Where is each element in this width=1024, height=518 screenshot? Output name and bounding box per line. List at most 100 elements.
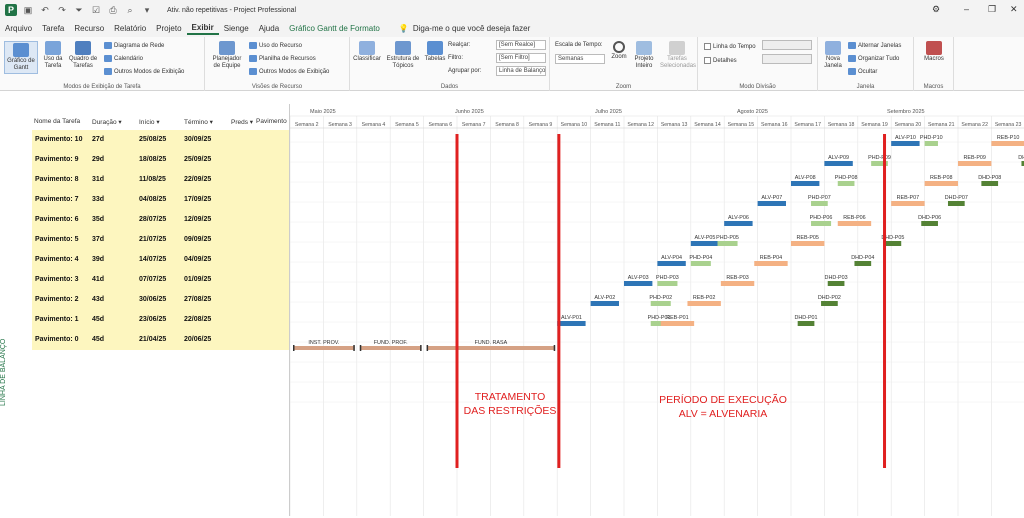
close-icon[interactable]: ✕ bbox=[1010, 4, 1018, 15]
zoom-label: Zoom bbox=[611, 54, 627, 60]
task-bar bbox=[824, 161, 853, 166]
task-label: REB-P04 bbox=[760, 255, 782, 261]
task-board-button[interactable]: Quadro de Tarefas bbox=[68, 41, 98, 70]
checkbox-icon[interactable]: ☑ bbox=[90, 4, 102, 16]
cell-name: Pavimento: 9 bbox=[35, 156, 79, 163]
window-group-label: Janela bbox=[856, 84, 875, 90]
cell-name: Pavimento: 10 bbox=[35, 136, 83, 143]
cell-dur: 39d bbox=[92, 256, 105, 263]
week-label: Semana 19 bbox=[861, 122, 888, 128]
table-row[interactable]: Pavimento: 10 27d 25/08/25 30/09/25 bbox=[32, 130, 289, 150]
cell-dur: 27d bbox=[92, 136, 105, 143]
sort-button[interactable]: Classificar bbox=[352, 41, 382, 63]
task-usage-button[interactable]: Uso da Tarefa bbox=[40, 41, 66, 70]
column-header[interactable]: Início ▾ bbox=[139, 118, 160, 126]
task-bar bbox=[854, 261, 872, 266]
hide-label: Ocultar bbox=[858, 68, 878, 75]
highlight-dropdown[interactable]: [Sem Realce] bbox=[496, 40, 546, 50]
table-row[interactable]: Pavimento: 3 41d 07/07/25 01/09/25 bbox=[32, 270, 289, 290]
zoom-button[interactable]: Zoom bbox=[608, 41, 630, 61]
table-row[interactable]: Pavimento: 4 39d 14/07/25 04/09/25 bbox=[32, 250, 289, 270]
switch-windows-button[interactable]: Alternar Janelas bbox=[848, 42, 901, 49]
task-label: PHD-P07 bbox=[808, 195, 831, 201]
column-header[interactable]: Preds ▾ bbox=[231, 118, 253, 126]
zoom-icon[interactable]: ⌕ bbox=[124, 4, 136, 16]
team-planner-button[interactable]: Planejador de Equipe bbox=[209, 41, 245, 70]
print-icon[interactable]: ⎙ bbox=[107, 4, 119, 16]
calendar-button[interactable]: Calendário bbox=[104, 55, 143, 62]
other-resource-views-button[interactable]: Outros Modos de Exibição bbox=[249, 68, 329, 75]
group-macros: Macros Macros bbox=[914, 37, 954, 91]
menu-item-8[interactable]: Gráfico Gantt de Formato bbox=[284, 24, 385, 33]
menu-item-2[interactable]: Recurso bbox=[69, 24, 109, 33]
outline-button[interactable]: Estrutura de Tópicos bbox=[384, 41, 422, 70]
undo-icon[interactable]: ↶ bbox=[39, 4, 51, 16]
details-dropdown[interactable] bbox=[762, 54, 812, 64]
table-row[interactable]: Pavimento: 6 35d 28/07/25 12/09/25 bbox=[32, 210, 289, 230]
other-resource-views-label: Outros Modos de Exibição bbox=[259, 68, 330, 75]
tell-me-label: Diga-me o que você deseja fazer bbox=[412, 24, 531, 33]
macros-button[interactable]: Macros bbox=[920, 41, 948, 63]
table-row[interactable]: Pavimento: 7 33d 04/08/25 17/09/25 bbox=[32, 190, 289, 210]
network-diagram-button[interactable]: Diagrama de Rede bbox=[104, 42, 164, 49]
save-icon[interactable]: ▣ bbox=[22, 4, 34, 16]
hide-button[interactable]: Ocultar bbox=[848, 68, 877, 75]
details-checkbox[interactable]: Detalhes bbox=[704, 57, 737, 64]
task-bar bbox=[884, 241, 902, 246]
resource-usage-icon bbox=[249, 42, 257, 49]
task-label: PHD-P06 bbox=[810, 215, 833, 221]
redo-icon[interactable]: ↷ bbox=[56, 4, 68, 16]
column-header[interactable]: Nome da Tarefa bbox=[34, 118, 80, 125]
timescale-dropdown[interactable]: Semanas bbox=[555, 54, 605, 64]
week-label: Semana 12 bbox=[627, 122, 654, 128]
table-row[interactable]: Pavimento: 2 43d 30/06/25 27/08/25 bbox=[32, 290, 289, 310]
arrange-all-icon bbox=[848, 55, 856, 62]
foundation-bar bbox=[426, 346, 556, 350]
resource-usage-button[interactable]: Uso do Recurso bbox=[249, 42, 302, 49]
group-window: Nova Janela Alternar Janelas Organizar T… bbox=[818, 37, 914, 91]
entire-project-button[interactable]: Projeto Inteiro bbox=[632, 41, 656, 70]
timeline-dropdown[interactable] bbox=[762, 40, 812, 50]
filter-dropdown[interactable]: [Sem Filtro] bbox=[496, 53, 546, 63]
gantt-chart-button[interactable]: Gráfico de Gantt bbox=[4, 41, 38, 74]
selected-tasks-button[interactable]: Tarefas Selecionadas bbox=[660, 41, 696, 70]
filter-icon[interactable]: ⏷ bbox=[73, 4, 85, 16]
tables-button[interactable]: Tabelas bbox=[424, 41, 446, 63]
cell-dur: 45d bbox=[92, 316, 105, 323]
team-planner-icon bbox=[219, 41, 235, 55]
new-window-button[interactable]: Nova Janela bbox=[820, 41, 846, 70]
profile-icon[interactable]: ⚙ bbox=[932, 4, 940, 15]
menu-item-3[interactable]: Relatório bbox=[109, 24, 151, 33]
menu-item-1[interactable]: Tarefa bbox=[37, 24, 69, 33]
table-row[interactable]: Pavimento: 0 45d 21/04/25 20/06/25 bbox=[32, 330, 289, 350]
table-row[interactable]: Pavimento: 8 31d 11/08/25 22/09/25 bbox=[32, 170, 289, 190]
cell-end: 04/09/25 bbox=[184, 256, 212, 263]
customize-icon[interactable]: ▾ bbox=[141, 4, 153, 16]
table-row[interactable]: Pavimento: 5 37d 21/07/25 09/09/25 bbox=[32, 230, 289, 250]
resource-sheet-button[interactable]: Planilha de Recursos bbox=[249, 55, 316, 62]
task-bar bbox=[958, 161, 992, 166]
menu-item-6[interactable]: Sienge bbox=[219, 24, 254, 33]
task-label: PHD-P05 bbox=[716, 235, 739, 241]
column-header[interactable]: Pavimento bbox=[256, 118, 287, 125]
column-header[interactable]: Término ▾ bbox=[184, 118, 213, 126]
minimize-icon[interactable]: – bbox=[964, 4, 969, 14]
maximize-icon[interactable]: ❐ bbox=[988, 4, 996, 15]
other-views-button[interactable]: Outros Modos de Exibição bbox=[104, 68, 184, 75]
week-label: Semana 5 bbox=[395, 122, 419, 128]
menu-item-7[interactable]: Ajuda bbox=[254, 24, 284, 33]
menu-item-4[interactable]: Projeto bbox=[151, 24, 186, 33]
task-label: PHD-P03 bbox=[656, 275, 679, 281]
menu-item-0[interactable]: Arquivo bbox=[0, 24, 37, 33]
resource-sheet-icon bbox=[249, 55, 257, 62]
column-header[interactable]: Duração ▾ bbox=[92, 118, 122, 126]
group-by-dropdown[interactable]: Linha de Balanço bbox=[496, 66, 546, 76]
arrange-all-button[interactable]: Organizar Tudo bbox=[848, 55, 899, 62]
tell-me-search[interactable]: 💡 Diga-me o que você deseja fazer bbox=[399, 24, 530, 33]
menu-item-5[interactable]: Exibir bbox=[186, 23, 219, 35]
zoom-group-label: Zoom bbox=[615, 84, 632, 90]
table-row[interactable]: Pavimento: 9 29d 18/08/25 25/09/25 bbox=[32, 150, 289, 170]
table-row[interactable]: Pavimento: 1 45d 23/06/25 22/08/25 bbox=[32, 310, 289, 330]
timeline-checkbox[interactable]: Linha do Tempo bbox=[704, 43, 756, 50]
task-bar bbox=[921, 221, 938, 226]
